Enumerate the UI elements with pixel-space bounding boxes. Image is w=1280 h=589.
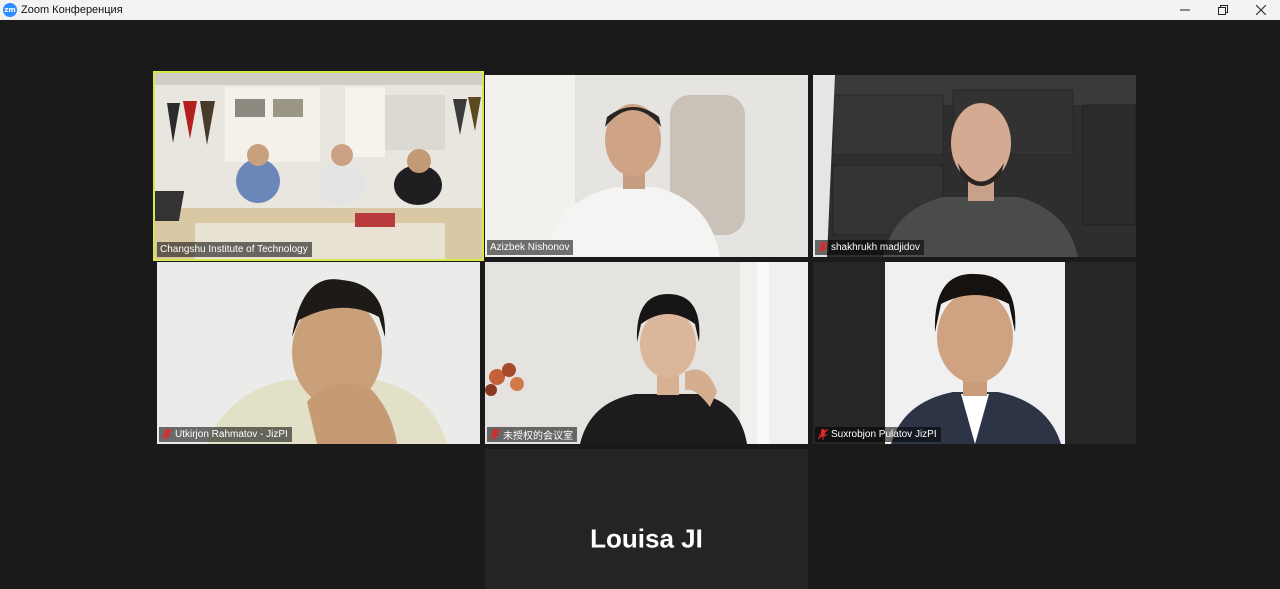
video-tile-azizbek[interactable]: Azizbek Nishonov (485, 75, 808, 257)
restore-icon (1218, 5, 1228, 15)
video-feed-room (155, 73, 482, 259)
window-titlebar: zm Zoom Конференция (0, 0, 1280, 20)
muted-mic-icon (490, 429, 500, 440)
participant-name-tag: shakhrukh madjidov (815, 240, 924, 255)
video-gallery: Changshu Institute of Technology Azizbek… (0, 20, 1280, 589)
restore-button[interactable] (1204, 0, 1242, 20)
participant-name: Changshu Institute of Technology (160, 244, 308, 255)
participant-name: Utkirjon Rahmatov - JizPI (175, 429, 288, 440)
window-title: Zoom Конференция (21, 4, 123, 16)
close-button[interactable] (1242, 0, 1280, 20)
participant-name: Suxrobjon Pulatov JizPI (831, 429, 937, 440)
video-tile-shakhrukh[interactable]: shakhrukh madjidov (813, 75, 1136, 257)
video-tile-suxrobjon[interactable]: Suxrobjon Pulatov JizPI (813, 262, 1136, 444)
participant-name-tag: Azizbek Nishonov (487, 240, 574, 255)
video-feed-utkirjon (157, 262, 480, 444)
close-icon (1256, 5, 1266, 15)
muted-mic-icon (162, 429, 172, 440)
participant-name-tag: 未授权的会议室 (487, 427, 577, 442)
video-tile-louisa[interactable]: Louisa JI (485, 449, 808, 589)
video-tile-changshu[interactable]: Changshu Institute of Technology (153, 71, 484, 261)
participant-name-tag: Changshu Institute of Technology (157, 242, 312, 257)
video-feed-shakhrukh (813, 75, 1136, 257)
video-tile-meeting-room[interactable]: 未授权的会议室 (485, 262, 808, 444)
participant-name: Azizbek Nishonov (490, 242, 570, 253)
minimize-icon (1180, 9, 1190, 11)
participant-name: shakhrukh madjidov (831, 242, 920, 253)
muted-mic-icon (818, 242, 828, 253)
video-feed-suxrobjon (813, 262, 1136, 444)
participant-display-name: Louisa JI (590, 523, 703, 554)
participant-name-tag: Suxrobjon Pulatov JizPI (815, 427, 941, 442)
minimize-button[interactable] (1166, 0, 1204, 20)
video-tile-utkirjon[interactable]: Utkirjon Rahmatov - JizPI (157, 262, 480, 444)
participant-name-tag: Utkirjon Rahmatov - JizPI (159, 427, 292, 442)
muted-mic-icon (818, 429, 828, 440)
zoom-app-icon: zm (3, 3, 17, 17)
video-feed-azizbek (485, 75, 808, 257)
video-feed-meeting-room (485, 262, 808, 444)
participant-name: 未授权的会议室 (503, 431, 573, 442)
